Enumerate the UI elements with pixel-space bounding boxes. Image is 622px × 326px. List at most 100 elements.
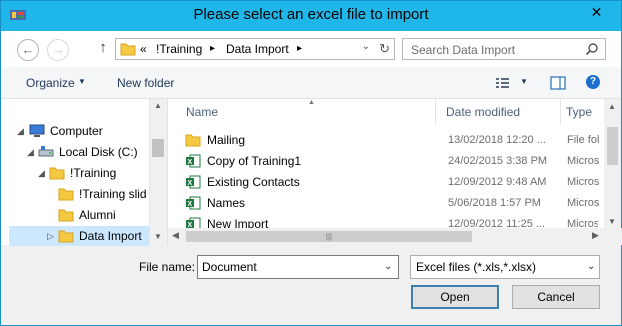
expand-arrow-icon[interactable]: ◢: [38, 163, 45, 183]
scroll-up-icon[interactable]: ▲: [608, 102, 616, 111]
file-list-vertical-scrollbar[interactable]: ▲ ▼: [604, 99, 621, 229]
scroll-up-icon[interactable]: ▲: [154, 101, 162, 110]
open-button[interactable]: Open: [411, 285, 499, 309]
tree-item-label: !Training slid: [79, 187, 147, 201]
title-bar[interactable]: Please select an excel file to import ✕: [1, 1, 621, 31]
tree-item-alumni[interactable]: Alumni: [1, 205, 149, 225]
file-row[interactable]: X Names 5/06/2018 1:57 PM Micros: [168, 193, 599, 214]
tree-item-label: Local Disk (C:): [59, 145, 138, 159]
folder-icon: [49, 167, 65, 180]
breadcrumb-overflow[interactable]: «: [140, 42, 147, 56]
navigation-pane-scrollbar[interactable]: ▲ ▼: [149, 99, 166, 245]
sort-ascending-icon: ▲: [308, 99, 315, 106]
tree-item-data-import[interactable]: ▷ Data Import: [9, 226, 149, 246]
svg-text:X: X: [188, 201, 193, 208]
breadcrumb-training[interactable]: !Training: [156, 42, 202, 56]
preview-pane-icon[interactable]: [550, 76, 566, 90]
scroll-down-icon[interactable]: ▼: [608, 217, 616, 226]
tree-item-label: Computer: [50, 124, 103, 138]
scroll-down-icon[interactable]: ▼: [154, 232, 162, 241]
computer-icon: [29, 124, 45, 137]
search-input[interactable]: Search Data Import: [411, 43, 515, 57]
excel-icon: X: [186, 217, 201, 228]
collapsed-arrow-icon[interactable]: ▷: [47, 226, 54, 246]
new-folder-button[interactable]: New folder: [117, 76, 174, 90]
navigation-bar: ← → ↑ « !Training ▸ Data Import ▸ ⌄ ↻ Se…: [1, 31, 621, 67]
breadcrumb-separator-icon[interactable]: ▸: [297, 43, 302, 54]
file-name: Mailing: [207, 133, 246, 147]
svg-text:X: X: [188, 159, 193, 166]
file-type: Micros: [567, 155, 599, 167]
folder-icon: [58, 230, 74, 243]
file-date: 5/06/2018 1:57 PM: [448, 197, 541, 209]
file-name-label: File name:: [139, 260, 196, 274]
tree-item-training[interactable]: ◢ !Training: [1, 163, 149, 183]
svg-text:X: X: [188, 180, 193, 187]
file-date: 12/09/2012 11:25 ...: [448, 218, 546, 228]
tree-item-training-slides[interactable]: !Training slid: [1, 184, 149, 204]
tree-item-label: Data Import: [79, 229, 142, 243]
file-type: Micros: [567, 218, 598, 228]
excel-icon: X: [186, 175, 201, 189]
search-icon[interactable]: [585, 42, 599, 56]
view-options-dropdown-icon[interactable]: ▼: [520, 77, 528, 86]
cancel-button[interactable]: Cancel: [512, 285, 600, 309]
breadcrumb-separator-icon[interactable]: ▸: [210, 43, 215, 54]
file-row[interactable]: X New Import 12/09/2012 11:25 ... Micros: [168, 214, 598, 228]
expand-arrow-icon[interactable]: ◢: [17, 121, 24, 141]
file-row[interactable]: Mailing 13/02/2018 12:20 ... File fol: [168, 130, 599, 151]
file-list-horizontal-scrollbar[interactable]: ◀ ||| ▶: [168, 228, 622, 245]
organize-button[interactable]: Organize: [26, 76, 75, 90]
folder-icon: [58, 188, 74, 201]
file-name: New Import: [207, 217, 269, 228]
tree-item-local-disk[interactable]: ◢ Local Disk (C:): [1, 142, 149, 162]
file-name: Copy of Training1: [207, 154, 302, 168]
scrollbar-thumb[interactable]: |||: [186, 231, 472, 242]
help-icon[interactable]: ?: [586, 75, 600, 89]
close-button[interactable]: ✕: [574, 1, 619, 23]
scroll-left-icon[interactable]: ◀: [172, 230, 179, 241]
command-toolbar: Organize ▼ New folder ▼ ?: [1, 67, 621, 99]
folder-icon: [58, 209, 74, 222]
file-name: Names: [207, 196, 246, 210]
file-dialog: Please select an excel file to import ✕ …: [0, 0, 622, 326]
column-header-type[interactable]: Type: [566, 99, 606, 125]
scrollbar-thumb[interactable]: [607, 127, 618, 165]
column-header-date-modified[interactable]: Date modified: [446, 99, 561, 125]
drive-icon: [38, 146, 54, 157]
back-button[interactable]: ←: [17, 39, 39, 61]
folder-icon: [120, 43, 136, 56]
file-type: File fol: [567, 134, 599, 146]
expand-arrow-icon[interactable]: ◢: [27, 142, 34, 162]
excel-icon: X: [186, 154, 201, 168]
folder-icon: [185, 134, 201, 147]
file-name: Existing Contacts: [207, 175, 300, 189]
file-row[interactable]: X Existing Contacts 12/09/2012 9:48 AM M…: [168, 172, 599, 193]
address-bar[interactable]: « !Training ▸ Data Import ▸ ⌄ ↻: [115, 38, 395, 60]
file-type: Micros: [567, 176, 599, 188]
change-view-icon[interactable]: [495, 76, 511, 90]
scroll-right-icon[interactable]: ▶: [592, 230, 599, 241]
filter-dropdown-icon[interactable]: ⌄: [587, 261, 595, 272]
tree-item-label: Alumni: [79, 208, 116, 222]
search-box[interactable]: Search Data Import: [402, 38, 606, 60]
tree-item-label: !Training: [70, 166, 117, 180]
tree-item-computer[interactable]: ◢ Computer: [1, 121, 149, 141]
file-type-filter-select[interactable]: Excel files (*.xls,*.xlsx): [410, 255, 600, 279]
window-title: Please select an excel file to import: [193, 6, 429, 23]
refresh-icon[interactable]: ↻: [379, 41, 390, 57]
scrollbar-thumb[interactable]: [152, 139, 164, 157]
organize-dropdown-icon[interactable]: ▼: [78, 77, 86, 86]
file-name-dropdown-icon[interactable]: ⌄: [384, 261, 392, 272]
file-list: Name ▲ Date modified Type Mailing 13/02/…: [167, 99, 622, 245]
breadcrumb-data-import[interactable]: Data Import: [226, 42, 289, 56]
address-history-dropdown-icon[interactable]: ⌄: [362, 41, 370, 52]
up-button[interactable]: ↑: [95, 39, 111, 59]
file-date: 24/02/2015 3:38 PM: [448, 155, 548, 167]
file-name-input[interactable]: Document: [197, 255, 399, 279]
file-row[interactable]: X Copy of Training1 24/02/2015 3:38 PM M…: [168, 151, 599, 172]
excel-icon: X: [186, 196, 201, 210]
navigation-pane: ◢ Computer ◢ Local Disk (C:) ◢ !Training: [1, 99, 166, 246]
forward-button[interactable]: →: [47, 39, 69, 61]
file-date: 12/09/2012 9:48 AM: [448, 176, 547, 188]
